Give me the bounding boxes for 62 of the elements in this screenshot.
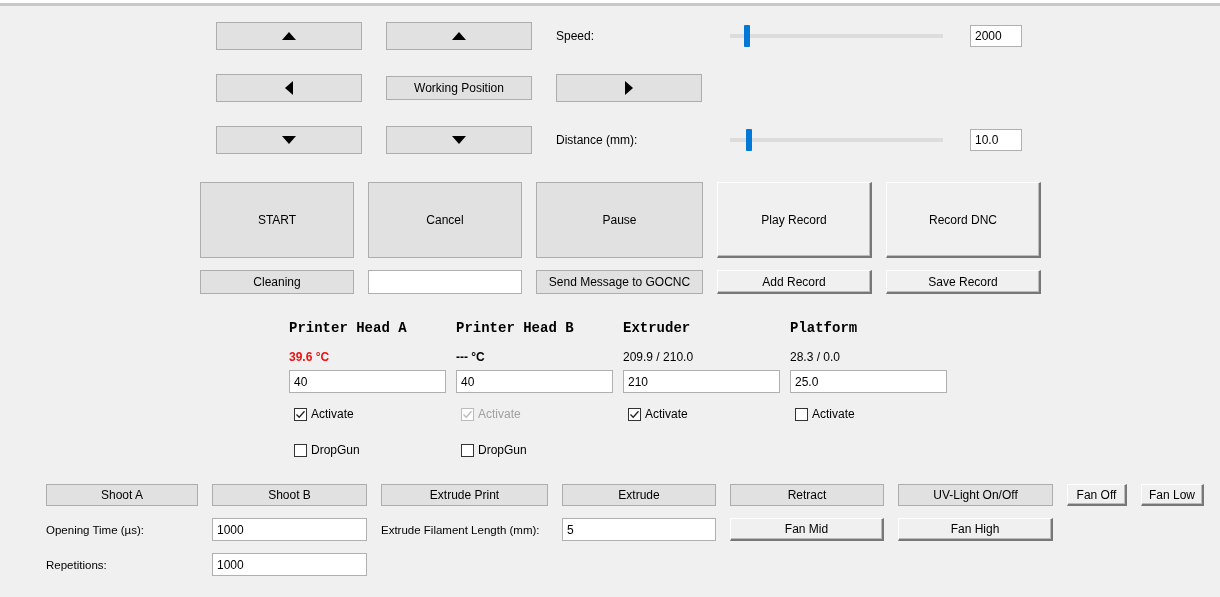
field-label: Extrude Filament Length (mm): [381,522,541,538]
action-button[interactable]: Record DNC [886,182,1041,258]
checkbox[interactable] [628,407,641,421]
action-button[interactable]: Play Record [717,182,872,258]
heater-title: Printer Head B [456,320,575,338]
input-field[interactable]: 5 [562,518,716,541]
input-field[interactable]: 1000 [212,553,367,576]
temperature-reading: --- °C [456,350,486,366]
input-field[interactable]: 1000 [212,518,367,541]
field-label: Repetitions: [46,557,108,573]
heater-title: Printer Head A [289,320,408,338]
checkbox-label: DropGun [311,443,360,457]
tool-button[interactable]: Fan Off [1067,484,1127,506]
triangle-up-icon [452,32,466,40]
tool-button[interactable]: Retract [730,484,884,506]
temperature-field[interactable]: 40 [289,370,446,393]
checkbox-label: Activate [812,407,855,421]
checkbox[interactable] [461,443,474,457]
working-position-button[interactable]: Working Position [386,76,532,100]
action-button[interactable]: Cancel [368,182,522,258]
slider-thumb[interactable] [746,129,753,151]
tool-button[interactable]: UV-Light On/Off [898,484,1053,506]
temperature-field[interactable]: 210 [623,370,780,393]
temperature-reading: 209.9 / 210.0 [623,350,695,366]
triangle-left-icon [285,81,293,95]
message-field[interactable] [368,270,522,294]
tool-button[interactable]: Fan Mid [730,518,884,541]
checkbox[interactable] [294,443,307,457]
heater-title: Extruder [623,320,692,338]
tool-button[interactable]: Shoot B [212,484,367,506]
value-field[interactable]: 10.0 [970,129,1022,151]
tool-button[interactable]: Fan Low [1141,484,1204,506]
action-button[interactable]: Pause [536,182,703,258]
action-button[interactable]: Cleaning [200,270,354,294]
action-button[interactable]: Save Record [886,270,1041,294]
triangle-down-icon [282,136,296,144]
triangle-right-icon [625,81,633,95]
heater-title: Platform [790,320,859,338]
checkbox-label: Activate [478,407,521,421]
slider-label: Speed: [556,29,596,43]
tool-button[interactable]: Shoot A [46,484,198,506]
slider-thumb[interactable] [744,25,751,47]
tool-button[interactable]: Extrude Print [381,484,548,506]
checkbox-label: Activate [311,407,354,421]
tool-button[interactable]: Fan High [898,518,1053,541]
checkbox[interactable] [294,407,307,421]
temperature-field[interactable]: 40 [456,370,613,393]
tool-button[interactable]: Extrude [562,484,716,506]
slider-label: Distance (mm): [556,133,639,147]
checkbox-label: DropGun [478,443,527,457]
triangle-down-icon [452,136,466,144]
action-button[interactable]: Send Message to GOCNC [536,270,703,294]
checkbox[interactable] [795,407,808,421]
temperature-reading: 28.3 / 0.0 [790,350,842,366]
value-field[interactable]: 2000 [970,25,1022,47]
field-label: Opening Time (µs): [46,522,146,538]
checkbox-label: Activate [645,407,688,421]
temperature-field[interactable]: 25.0 [790,370,947,393]
action-button[interactable]: Add Record [717,270,872,294]
triangle-up-icon [282,32,296,40]
temperature-reading: 39.6 °C [289,350,331,366]
action-button[interactable]: START [200,182,354,258]
